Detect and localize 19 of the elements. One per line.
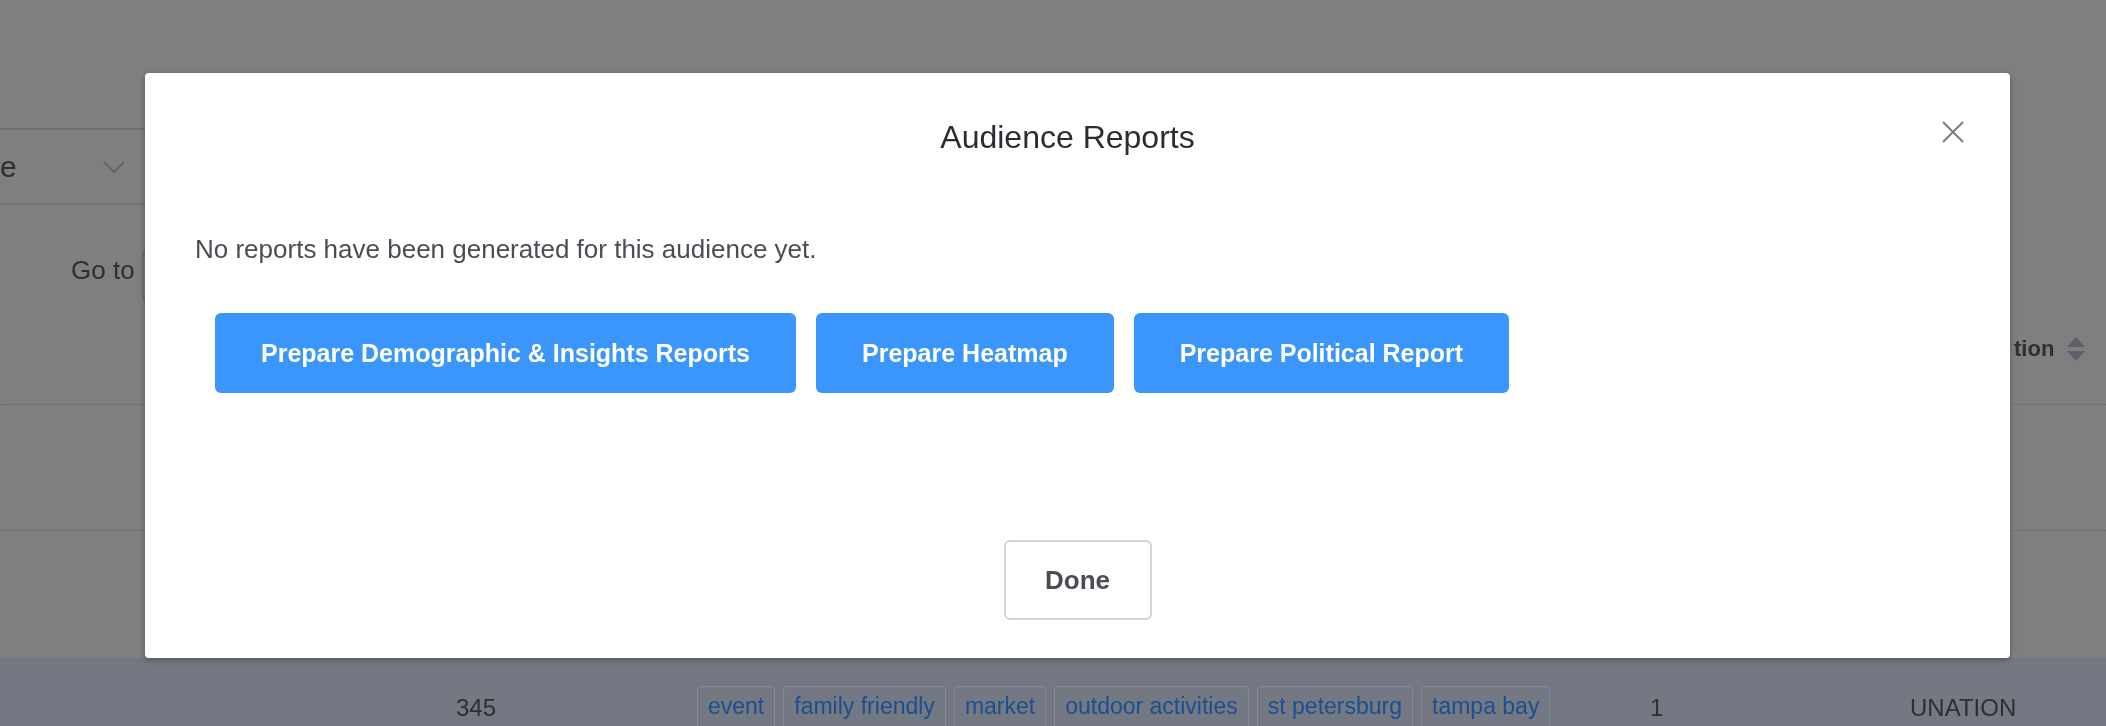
close-icon[interactable]	[1942, 121, 1964, 143]
dialog-title: Audience Reports	[939, 119, 1196, 156]
tag[interactable]: event	[697, 686, 776, 726]
chevron-down-icon	[103, 160, 125, 173]
tag[interactable]: family friendly	[783, 686, 946, 726]
column-header: tion	[2014, 336, 2055, 362]
tag[interactable]: tampa bay	[1421, 686, 1551, 726]
table-cell: 345	[456, 694, 497, 722]
tag[interactable]: market	[953, 686, 1047, 726]
tag[interactable]: st petersburg	[1256, 686, 1413, 726]
table-cell: 1	[1650, 694, 1664, 722]
table-cell: UNATION	[1910, 694, 2017, 722]
goto-label: Go to	[71, 255, 135, 286]
prepare-report-button[interactable]: Prepare Heatmap	[816, 313, 1114, 393]
prepare-report-button[interactable]: Prepare Political Report	[1133, 313, 1510, 393]
message-text: No reports have been generated for this audience yet.	[195, 234, 818, 265]
prepare-report-button[interactable]: Prepare Demographic & Insights Reports	[215, 313, 796, 393]
tag[interactable]: outdoor activities	[1054, 686, 1249, 726]
done-button[interactable]: Done	[1003, 540, 1152, 620]
